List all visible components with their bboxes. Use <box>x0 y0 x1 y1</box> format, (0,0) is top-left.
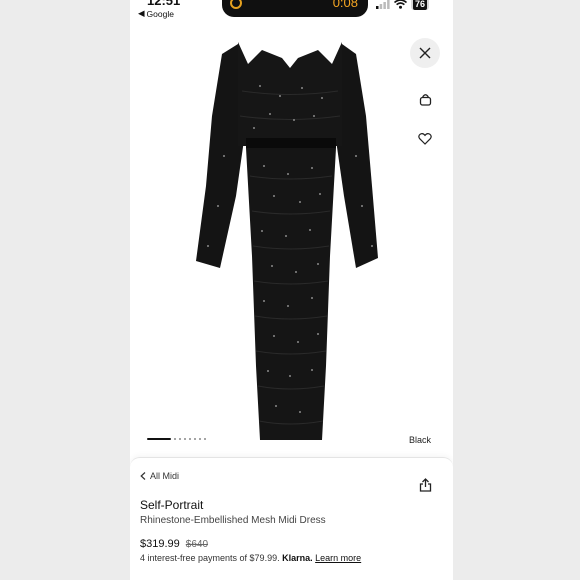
share-button[interactable] <box>413 473 437 497</box>
installment-text: 4 interest-free payments of $79.99. <box>140 553 280 563</box>
battery-level: 76 <box>413 0 428 10</box>
wishlist-button[interactable] <box>414 128 436 150</box>
status-time: 12:51 <box>147 0 181 8</box>
back-to-google[interactable]: ◀ Google <box>138 8 174 19</box>
back-app-label: Google <box>146 8 174 19</box>
status-indicators: 76 <box>376 0 430 10</box>
breadcrumb-label: All Midi <box>150 471 180 481</box>
background-right <box>453 0 580 580</box>
battery-indicator: 76 <box>411 0 430 10</box>
price-row: $319.99 $640 <box>140 538 208 550</box>
product-image-dress <box>196 42 378 440</box>
pagination-dot-active[interactable] <box>147 438 171 440</box>
share-icon <box>419 478 431 492</box>
dynamic-island: 0:08 <box>222 0 368 17</box>
pagination-dot[interactable] <box>174 438 176 440</box>
timer-ring-icon <box>230 0 242 9</box>
product-name: Rhinestone-Embellished Mesh Midi Dress <box>140 515 326 526</box>
signal-icon <box>376 0 390 9</box>
color-name: Black <box>409 435 432 445</box>
installment-info: 4 interest-free payments of $79.99. Klar… <box>140 553 361 563</box>
timer-text: 0:08 <box>332 0 358 10</box>
pagination-dot[interactable] <box>184 438 186 440</box>
pagination-dot[interactable] <box>199 438 201 440</box>
chevron-left-icon <box>140 472 146 480</box>
product-info-sheet: All Midi Self-Portrait Rhinestone-Embell… <box>130 457 453 580</box>
close-button[interactable] <box>410 38 440 68</box>
original-price: $640 <box>185 539 209 550</box>
product-image-gallery[interactable]: Black <box>130 20 453 450</box>
pagination-dot[interactable] <box>204 438 206 440</box>
pagination-dot[interactable] <box>179 438 181 440</box>
gallery-pagination[interactable] <box>147 438 206 440</box>
learn-more-link[interactable]: Learn more <box>315 553 361 563</box>
close-icon <box>419 47 431 59</box>
sale-price: $319.99 <box>140 538 180 550</box>
heart-icon <box>418 133 432 145</box>
status-bar: 12:51 ◀ Google 0:08 76 <box>130 0 453 20</box>
shopping-bag-icon <box>419 93 431 106</box>
shopping-bag-button[interactable] <box>414 88 436 110</box>
phone-screen: 12:51 ◀ Google 0:08 76 Black All Midi Se… <box>130 0 453 580</box>
pagination-dot[interactable] <box>189 438 191 440</box>
product-brand[interactable]: Self-Portrait <box>140 498 203 512</box>
wifi-icon <box>394 0 407 9</box>
back-triangle-icon: ◀ <box>138 8 145 18</box>
background-left <box>0 0 130 580</box>
breadcrumb[interactable]: All Midi <box>140 471 179 481</box>
pagination-dot[interactable] <box>194 438 196 440</box>
klarna-logo: Klarna. <box>282 553 313 563</box>
